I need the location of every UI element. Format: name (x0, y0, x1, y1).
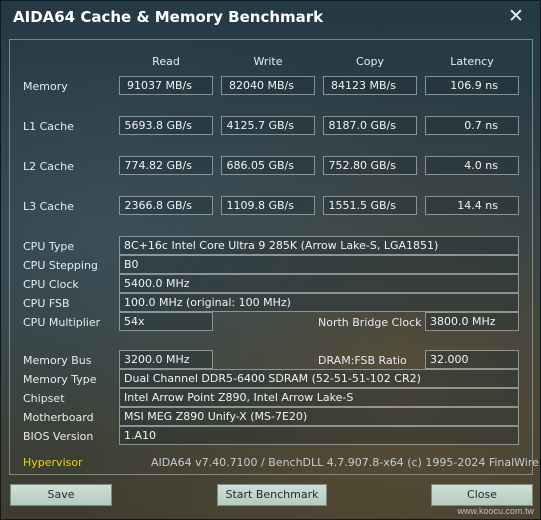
l1-write-value: 4125.7 GB/s (221, 116, 315, 135)
chipset-value: Intel Arrow Point Z890, Intel Arrow Lake… (119, 388, 519, 407)
cpu-type-value: 8C+16c Intel Core Ultra 9 285K (Arrow La… (119, 236, 519, 255)
memory-type-value: Dual Channel DDR5-6400 SDRAM (52-51-51-1… (119, 369, 519, 388)
l2-latency-value: 4.0 ns (425, 156, 519, 175)
column-header-latency: Latency (450, 55, 494, 68)
l1-latency-value: 0.7 ns (425, 116, 519, 135)
l3-latency-value: 14.4 ns (425, 196, 519, 215)
north-bridge-clock-value: 3800.0 MHz (425, 312, 519, 331)
memory-write-value: 82040 MB/s (221, 76, 315, 95)
l1-copy-value: 8187.0 GB/s (323, 116, 417, 135)
hypervisor-label: Hypervisor (23, 456, 83, 469)
l3-write-value: 1109.8 GB/s (221, 196, 315, 215)
bios-version-label: BIOS Version (23, 430, 94, 443)
cpu-multiplier-label: CPU Multiplier (23, 316, 101, 329)
save-button[interactable]: Save (10, 484, 112, 506)
start-benchmark-button[interactable]: Start Benchmark (217, 484, 327, 506)
memory-latency-value: 106.9 ns (425, 76, 519, 95)
memory-bus-label: Memory Bus (23, 354, 92, 367)
close-icon[interactable]: ✕ (504, 5, 528, 29)
l3-read-value: 2366.8 GB/s (119, 196, 213, 215)
l1-read-value: 5693.8 GB/s (119, 116, 213, 135)
close-button[interactable]: Close (431, 484, 533, 506)
row-label-l2-cache: L2 Cache (23, 160, 74, 173)
benchmark-window: AIDA64 Cache & Memory Benchmark ✕ Read W… (0, 0, 541, 520)
cpu-fsb-value: 100.0 MHz (original: 100 MHz) (119, 293, 519, 312)
memory-copy-value: 84123 MB/s (323, 76, 417, 95)
dram-fsb-ratio-value: 32.000 (425, 350, 519, 369)
cpu-stepping-value: B0 (119, 255, 519, 274)
l2-copy-value: 752.80 GB/s (323, 156, 417, 175)
cpu-clock-value: 5400.0 MHz (119, 274, 519, 293)
dram-fsb-ratio-label: DRAM:FSB Ratio (318, 354, 407, 367)
cpu-stepping-label: CPU Stepping (23, 259, 98, 272)
window-title: AIDA64 Cache & Memory Benchmark (13, 8, 324, 26)
row-label-l1-cache: L1 Cache (23, 120, 74, 133)
north-bridge-clock-label: North Bridge Clock (318, 316, 422, 329)
l3-copy-value: 1551.5 GB/s (323, 196, 417, 215)
watermark: www.koocu.com.tw (457, 506, 534, 516)
cpu-fsb-label: CPU FSB (23, 297, 70, 310)
chipset-label: Chipset (23, 392, 65, 405)
version-info: AIDA64 v7.40.7100 / BenchDLL 4.7.907.8-x… (151, 456, 541, 469)
column-header-read: Read (152, 55, 180, 68)
l2-read-value: 774.82 GB/s (119, 156, 213, 175)
cpu-type-label: CPU Type (23, 240, 75, 253)
column-header-copy: Copy (356, 55, 384, 68)
row-label-memory: Memory (23, 80, 68, 93)
motherboard-value: MSI MEG Z890 Unify-X (MS-7E20) (119, 407, 519, 426)
memory-read-value: 91037 MB/s (119, 76, 213, 95)
cpu-multiplier-value: 54x (119, 312, 213, 331)
row-label-l3-cache: L3 Cache (23, 200, 74, 213)
memory-bus-value: 3200.0 MHz (119, 350, 213, 369)
motherboard-label: Motherboard (23, 411, 94, 424)
l2-write-value: 686.05 GB/s (221, 156, 315, 175)
cpu-clock-label: CPU Clock (23, 278, 79, 291)
column-header-write: Write (253, 55, 283, 68)
memory-type-label: Memory Type (23, 373, 97, 386)
bios-version-value: 1.A10 (119, 426, 519, 445)
